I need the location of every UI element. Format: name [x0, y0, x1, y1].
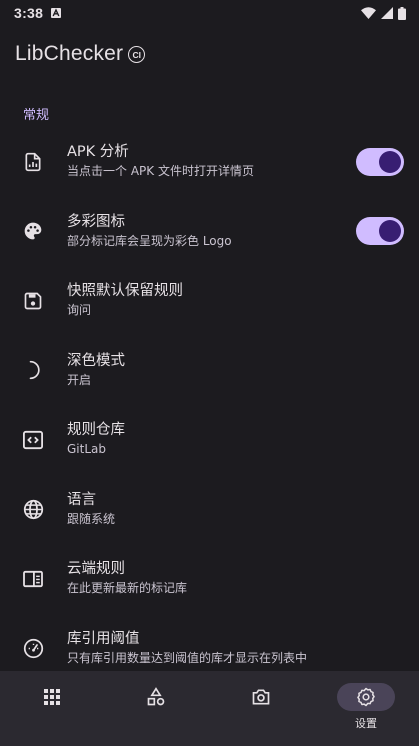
language-globe-icon — [22, 498, 44, 520]
pref-title: 多彩图标 — [67, 213, 125, 230]
pref-title: 语言 — [67, 491, 96, 508]
status-bar: 3:38 — [0, 0, 419, 26]
code-repo-icon — [22, 429, 44, 451]
status-time: 3:38 — [14, 5, 44, 21]
apps-grid-icon — [44, 689, 60, 705]
pref-summary: 部分标记库会呈现为彩色 Logo — [67, 233, 232, 248]
section-header-general: 常规 — [23, 108, 50, 123]
dark-mode-icon — [22, 359, 44, 381]
pref-title: 快照默认保留规则 — [67, 283, 183, 300]
app-title: LibChecker — [15, 42, 124, 65]
nav-item-libraries[interactable] — [104, 671, 208, 746]
pref-title: APK 分析 — [67, 144, 129, 161]
app-bar: LibChecker CI — [0, 26, 419, 82]
pref-language[interactable]: 语言 跟随系统 — [0, 475, 419, 545]
nav-indicator — [232, 683, 290, 711]
pref-summary: 开启 — [67, 372, 92, 387]
pref-summary: 只有库引用数量达到阈值的库才显示在列表中 — [67, 650, 308, 665]
pref-cloud-rules[interactable]: 云端规则 在此更新最新的标记库 — [0, 544, 419, 614]
nav-indicator — [127, 683, 185, 711]
switch-thumb — [379, 220, 401, 243]
battery-icon — [398, 6, 406, 20]
pref-summary: 当点击一个 APK 文件时打开详情页 — [67, 164, 254, 179]
nav-indicator-active — [337, 683, 395, 711]
pref-summary: 跟随系统 — [67, 511, 116, 526]
preference-list: APK 分析 当点击一个 APK 文件时打开详情页 多彩图标 部分标记库会呈现为… — [0, 127, 419, 683]
settings-gear-icon — [357, 687, 375, 707]
pref-summary: GitLab — [67, 442, 106, 457]
nav-item-apps[interactable] — [0, 671, 104, 746]
camera-icon — [252, 689, 270, 705]
pref-title: 规则仓库 — [67, 422, 125, 439]
pref-title: 深色模式 — [67, 352, 125, 369]
notification-a-icon — [51, 8, 62, 18]
nav-indicator — [23, 683, 81, 711]
nav-label-settings: 设置 — [355, 717, 377, 730]
shapes-icon — [147, 687, 165, 706]
pref-snapshot-keep-rule[interactable]: 快照默认保留规则 询问 — [0, 266, 419, 336]
pref-colorful-icon[interactable]: 多彩图标 部分标记库会呈现为彩色 Logo — [0, 197, 419, 267]
palette-icon — [22, 220, 44, 242]
switch-thumb — [379, 150, 401, 173]
save-icon — [22, 290, 44, 312]
cellular-signal-icon — [381, 7, 393, 19]
file-chart-icon — [22, 151, 44, 173]
pref-summary: 在此更新最新的标记库 — [67, 581, 188, 596]
gauge-icon — [22, 637, 44, 659]
pref-summary: 询问 — [67, 303, 92, 318]
nav-item-settings[interactable]: 设置 — [314, 671, 418, 746]
cloud-rules-icon — [22, 568, 44, 590]
wifi-icon — [361, 7, 376, 19]
ci-badge-icon: CI — [128, 46, 146, 63]
pref-title: 云端规则 — [67, 561, 125, 578]
bottom-navigation: 设置 — [0, 671, 419, 746]
colorful-icon-switch[interactable] — [356, 217, 404, 246]
pref-rules-repository[interactable]: 规则仓库 GitLab — [0, 405, 419, 475]
pref-title: 库引用阈值 — [67, 630, 140, 647]
apk-analytics-switch[interactable] — [356, 147, 404, 176]
nav-item-snapshot[interactable] — [209, 671, 313, 746]
pref-apk-analytics[interactable]: APK 分析 当点击一个 APK 文件时打开详情页 — [0, 127, 419, 197]
pref-dark-mode[interactable]: 深色模式 开启 — [0, 336, 419, 406]
